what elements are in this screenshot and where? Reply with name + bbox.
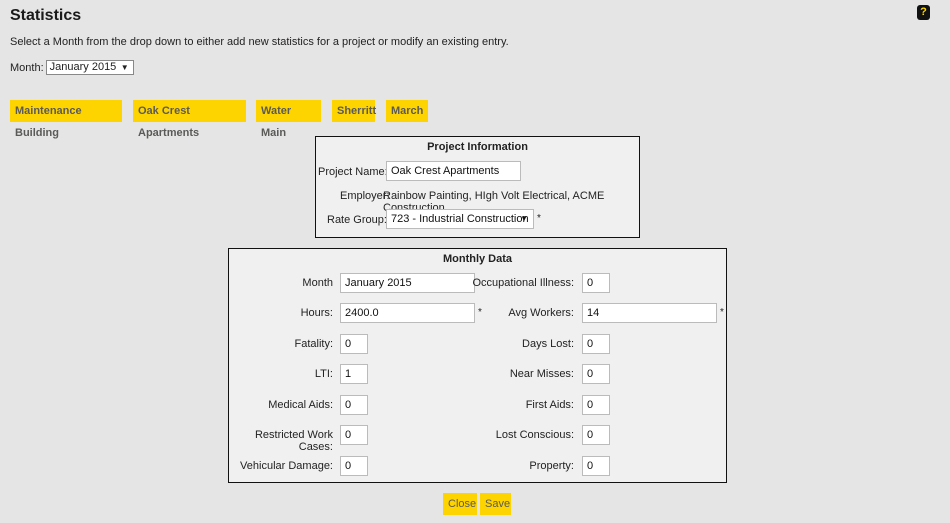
property-input[interactable]: 0: [582, 456, 610, 476]
hours-label: Hours:: [300, 307, 333, 319]
rate-group-dropdown[interactable]: 723 - Industrial Construction ▼: [386, 209, 534, 229]
required-marker: *: [537, 213, 541, 224]
fatality-label: Fatality:: [294, 338, 333, 350]
help-icon[interactable]: ?: [917, 5, 930, 20]
avg-workers-input[interactable]: 14: [582, 303, 717, 323]
month-field-label: Month: [302, 277, 333, 289]
avg-workers-label: Avg Workers:: [508, 307, 574, 319]
project-name-label: Project Name:: [318, 166, 388, 178]
project-button-sherritt[interactable]: Sherritt: [332, 100, 376, 122]
medical-aids-input[interactable]: 0: [340, 395, 368, 415]
lti-label: LTI:: [314, 368, 333, 380]
project-button-march[interactable]: March: [386, 100, 428, 122]
project-information-title: Project Information: [427, 141, 528, 153]
days-lost-label: Days Lost:: [522, 338, 574, 350]
restricted-work-cases-input[interactable]: 0: [340, 425, 368, 445]
near-misses-input[interactable]: 0: [582, 364, 610, 384]
required-marker: *: [478, 307, 482, 318]
monthly-data-title: Monthly Data: [442, 253, 513, 265]
fatality-input[interactable]: 0: [340, 334, 368, 354]
project-button-water-main[interactable]: Water Main: [256, 100, 321, 139]
lost-conscious-label: Lost Conscious:: [495, 429, 574, 441]
save-button[interactable]: Save: [480, 493, 511, 515]
month-dropdown-value: January 2015: [49, 61, 117, 73]
days-lost-input[interactable]: 0: [582, 334, 610, 354]
rate-group-label: Rate Group:: [327, 214, 387, 226]
dropdown-arrow-icon: ▼: [120, 63, 129, 72]
property-label: Property:: [529, 460, 574, 472]
first-aids-input[interactable]: 0: [582, 395, 610, 415]
intro-text: Select a Month from the drop down to eit…: [10, 36, 509, 48]
occupational-illness-label: Occupational Illness:: [472, 277, 575, 289]
close-button[interactable]: Close: [443, 493, 477, 515]
dropdown-arrow-icon: ▼: [520, 214, 528, 223]
month-label: Month:: [10, 61, 44, 74]
project-name-input[interactable]: Oak Crest Apartments: [386, 161, 521, 181]
first-aids-label: First Aids:: [525, 399, 574, 411]
project-button-oak-crest-apartments[interactable]: Oak Crest Apartments: [133, 100, 246, 139]
near-misses-label: Near Misses:: [509, 368, 574, 380]
restricted-work-cases-label: Restricted Work Cases:: [254, 429, 333, 453]
monthly-data-panel: Monthly Data Month January 2015 Hours: 2…: [228, 248, 727, 483]
rate-group-value: 723 - Industrial Construction: [391, 213, 529, 225]
month-dropdown[interactable]: January 2015 ▼: [45, 60, 134, 75]
vehicular-damage-input[interactable]: 0: [340, 456, 368, 476]
hours-input[interactable]: 2400.0: [340, 303, 475, 323]
project-button-maintenance-building[interactable]: Maintenance Building: [10, 100, 122, 139]
project-information-panel: Project Information Project Name: Oak Cr…: [315, 136, 640, 238]
page-title: Statistics: [10, 7, 82, 24]
lti-input[interactable]: 1: [340, 364, 368, 384]
required-marker: *: [720, 307, 724, 318]
vehicular-damage-label: Vehicular Damage:: [240, 460, 333, 472]
month-selector-row: Month: January 2015 ▼: [10, 60, 134, 75]
lost-conscious-input[interactable]: 0: [582, 425, 610, 445]
month-field-input[interactable]: January 2015: [340, 273, 475, 293]
medical-aids-label: Medical Aids:: [268, 399, 333, 411]
occupational-illness-input[interactable]: 0: [582, 273, 610, 293]
